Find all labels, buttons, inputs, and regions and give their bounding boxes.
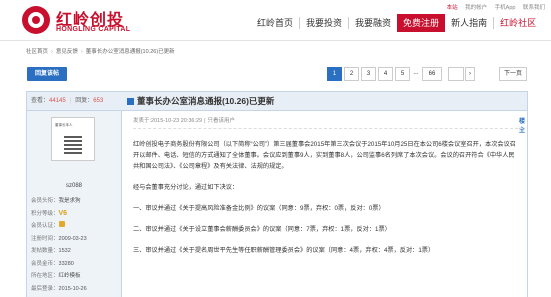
views-label: 查看：: [31, 98, 50, 104]
page-jump-arrow-icon[interactable]: ›: [465, 67, 475, 81]
logo-subtext: HONGLING CAPITAL: [56, 26, 131, 33]
breadcrumb-home[interactable]: 社区首页: [26, 49, 48, 55]
page-66[interactable]: 66: [422, 67, 442, 81]
breadcrumb-forum[interactable]: 意见反馈: [56, 49, 78, 55]
breadcrumb-arrow-icon: ›: [80, 49, 83, 55]
content-resolution: 三、审议并通过《关于提名周世平先生等任职薪酬管理委员会》的议案（同意：4票，弃权…: [133, 247, 435, 254]
replies-label: 回复：: [75, 98, 94, 104]
breadcrumb-current: 董事长办公室消息通报(10.26)已更新: [85, 49, 175, 55]
top-utility-bar: 本站 我的帐户 手机App 联系我们: [441, 3, 545, 11]
content-resolution: 二、审议并通过《关于设立董事会薪酬委员会》的议案（同意：7票，弃权：1票，反对：…: [133, 226, 391, 233]
post-stats: 查看：44145 | 回复：653: [31, 98, 104, 104]
post-title: 董事长办公室消息通报(10.26)已更新: [127, 92, 274, 110]
thread-icon: [127, 98, 134, 106]
page-4[interactable]: 4: [378, 67, 393, 81]
nav-guide[interactable]: 新人指南: [445, 14, 493, 32]
topbar-account[interactable]: 我的帐户: [465, 5, 487, 11]
topbar-contact[interactable]: 联系我们: [523, 5, 545, 11]
info-coins: 会员金币：33280: [31, 260, 74, 267]
post-content: 红岭创投电子商务股份有限公司（以下简称“公司”）第三届董事会2015年第三次会议…: [133, 139, 517, 266]
content-resolution: 一、审议并通过《关于提高风险准备金比例》的议案（同意：9票，弃权：0票，反对：0…: [133, 205, 385, 212]
post-time: 发表于:2015-10-23 20:36:29: [133, 118, 203, 124]
page-3[interactable]: 3: [361, 67, 376, 81]
page-1[interactable]: 1: [327, 67, 342, 81]
only-author-link[interactable]: 只看该用户: [208, 118, 236, 124]
post-title-text: 董事长办公室消息通报(10.26)已更新: [137, 96, 275, 106]
info-region: 所在地区：红岭模板: [31, 273, 81, 279]
avatar-caption: 董事长本人: [55, 123, 73, 127]
site-header: 红岭创投 HONGLING CAPITAL 本站 我的帐户 手机App 联系我们…: [0, 0, 551, 40]
content-paragraph: 红岭创投电子商务股份有限公司（以下简称“公司”）第三届董事会2015年第三次会议…: [133, 141, 516, 170]
qr-code-icon: [64, 136, 82, 154]
info-last-login: 最后登录：2015-10-26: [31, 285, 87, 292]
page-ellipsis: ...: [412, 67, 420, 79]
nav-home[interactable]: 红岭首页: [251, 14, 299, 32]
page-5[interactable]: 5: [395, 67, 410, 81]
post-meta: 发表于:2015-10-23 20:36:29 | 只看该用户: [133, 118, 236, 124]
logo-mark: [22, 6, 50, 34]
author-name[interactable]: sz088: [27, 183, 121, 189]
info-level: 积分等级：V6: [31, 208, 119, 221]
nav-borrow[interactable]: 我要融资: [349, 14, 397, 32]
floor-label: 楼主: [519, 119, 526, 134]
author-info: 会员头衔：我是求狗 积分等级：V6 会员认证： 注册时间：2009-03-23 …: [31, 195, 119, 295]
reply-button[interactable]: 回复该帖: [27, 67, 67, 81]
site-logo[interactable]: 红岭创投 HONGLING CAPITAL: [22, 6, 142, 36]
post-container: 查看：44145 | 回复：653 董事长办公室消息通报(10.26)已更新 董事长…: [26, 91, 528, 297]
content-paragraph: 经与会董事充分讨论，通过如下决议：: [133, 184, 239, 191]
post-header: 查看：44145 | 回复：653 董事长办公室消息通报(10.26)已更新: [27, 92, 527, 111]
views-count: 44145: [49, 98, 66, 104]
breadcrumb: 社区首页 › 意见反馈 › 董事长办公室消息通报(10.26)已更新: [26, 47, 175, 55]
nav-invest[interactable]: 我要投资: [300, 14, 348, 32]
level-badge: V6: [58, 209, 68, 217]
info-posts: 发帖数量：1532: [31, 248, 71, 254]
info-register: 注册时间：2009-03-23: [31, 235, 87, 242]
nav-community[interactable]: 红岭社区: [494, 14, 542, 32]
page-jump-input[interactable]: [448, 67, 464, 81]
nav-register-button[interactable]: 免费注册: [397, 14, 446, 32]
info-title: 会员头衔：我是求狗: [31, 198, 81, 204]
pagination: 1 2 3 4 5 ... 66 ›: [327, 67, 475, 81]
header-divider: [0, 40, 551, 41]
author-panel: 董事长本人 sz088 会员头衔：我是求狗 积分等级：V6 会员认证： 注册时间…: [27, 111, 122, 297]
verified-icon: [58, 221, 65, 227]
next-page-button[interactable]: 下一页: [499, 67, 527, 81]
avatar[interactable]: 董事长本人: [51, 117, 95, 161]
main-nav: 红岭首页 我要投资 我要融资 免费注册 新人指南 红岭社区: [251, 14, 542, 32]
replies-count: 653: [93, 98, 104, 104]
topbar-mobile-app[interactable]: 手机App: [495, 5, 516, 11]
page-2[interactable]: 2: [344, 67, 359, 81]
info-verify: 会员认证：: [31, 220, 119, 233]
topbar-site[interactable]: 本站: [447, 5, 458, 11]
meta-divider: [133, 128, 523, 130]
breadcrumb-arrow-icon: ›: [51, 49, 53, 55]
